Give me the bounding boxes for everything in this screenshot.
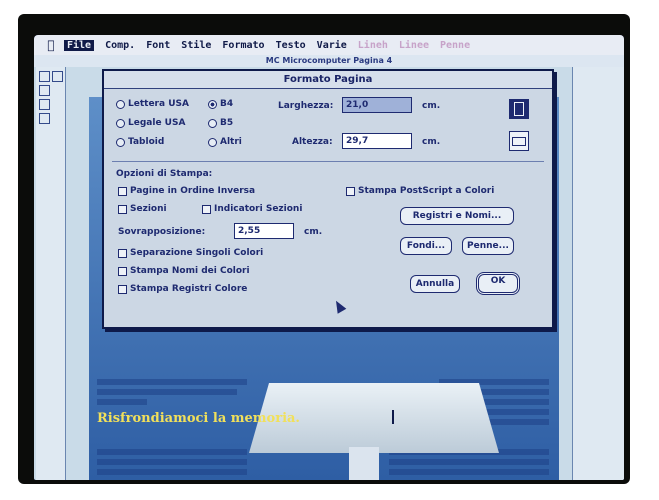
radio-label: Altri [220, 137, 242, 147]
checkbox-print-color-names[interactable]: Stampa Nomi dei Colori [118, 266, 250, 276]
checkbox-icon [346, 186, 355, 196]
radio-b5[interactable]: B5 [208, 118, 233, 128]
dialog-title: Formato Pagina [104, 71, 552, 89]
width-label: Larghezza: [278, 101, 334, 111]
radio-circle-icon [116, 118, 125, 128]
document-title: MC Microcomputer Pagina 4 [34, 55, 624, 67]
radio-b4[interactable]: B4 [208, 99, 233, 109]
checkbox-label: Separazione Singoli Colori [130, 248, 264, 258]
radio-label: Legale USA [128, 118, 186, 128]
radio-label: Tabloid [128, 137, 165, 147]
checkbox-label: Sezioni [130, 204, 167, 214]
checkbox-icon [118, 248, 127, 258]
checkbox-label: Stampa Registri Colore [130, 284, 248, 294]
checkbox-print-color-registers[interactable]: Stampa Registri Colore [118, 284, 247, 294]
radio-altri[interactable]: Altri [208, 137, 242, 147]
text-line [97, 379, 247, 385]
menu-varie[interactable]: Varie [317, 40, 347, 51]
width-unit: cm. [422, 101, 441, 111]
radio-tabloid[interactable]: Tabloid [116, 137, 164, 147]
text-line [97, 469, 247, 475]
apple-menu-icon[interactable]:  [44, 38, 58, 52]
monitor-illustration-stand [349, 447, 379, 480]
checkbox-section-markers[interactable]: Indicatori Sezioni [202, 204, 302, 214]
height-field[interactable]: 29,7 [342, 133, 412, 149]
radio-label: B4 [220, 99, 234, 109]
text-line [97, 399, 147, 405]
tool-palette [36, 67, 66, 480]
checkbox-label: Indicatori Sezioni [214, 204, 303, 214]
menu-lineh[interactable]: Lineh [358, 40, 388, 51]
menu-comp[interactable]: Comp. [105, 40, 135, 51]
radio-circle-icon [116, 137, 125, 147]
menu-linee[interactable]: Linee [399, 40, 429, 51]
screen-display:  File Comp. Font Stile Formato Testo Va… [34, 35, 624, 480]
menu-bar:  File Comp. Font Stile Formato Testo Va… [34, 35, 624, 55]
line-tool-icon[interactable] [39, 113, 50, 124]
landscape-orientation-icon[interactable] [509, 131, 529, 151]
page-format-dialog: Formato Pagina Lettera USA B4 Legale USA… [102, 69, 554, 329]
text-line [97, 389, 237, 395]
checkbox-icon [118, 266, 127, 276]
checkbox-reverse-order[interactable]: Pagine in Ordine Inversa [118, 186, 255, 196]
radio-circle-icon [208, 118, 217, 128]
text-cursor-icon [392, 410, 394, 424]
menu-formato[interactable]: Formato [222, 40, 264, 51]
text-line [389, 459, 549, 465]
pointer-tool-icon[interactable] [39, 71, 50, 82]
checkbox-icon [202, 204, 211, 214]
checkbox-icon [118, 186, 127, 196]
text-line [389, 469, 549, 475]
landscape-page-glyph [512, 137, 526, 146]
checkbox-label: Stampa PostScript a Colori [358, 186, 495, 196]
portrait-orientation-icon[interactable] [509, 99, 529, 119]
radio-circle-icon [208, 137, 217, 147]
overlap-unit: cm. [304, 227, 323, 237]
radio-circle-icon [208, 99, 217, 109]
menu-testo[interactable]: Testo [276, 40, 306, 51]
text-line [97, 449, 247, 455]
pens-button[interactable]: Penne... [462, 237, 514, 255]
right-palette [572, 67, 624, 480]
menu-penne[interactable]: Penne [440, 40, 470, 51]
checkbox-icon [118, 204, 127, 214]
checkbox-label: Pagine in Ordine Inversa [130, 186, 256, 196]
text-line [97, 459, 247, 465]
radio-lettera-usa[interactable]: Lettera USA [116, 99, 189, 109]
backgrounds-button[interactable]: Fondi... [400, 237, 452, 255]
radio-legale-usa[interactable]: Legale USA [116, 118, 185, 128]
hand-tool-icon[interactable] [52, 71, 63, 82]
width-field[interactable]: 21,0 [342, 97, 412, 113]
overlap-field[interactable]: 2,55 [234, 223, 294, 239]
checkbox-color-separation[interactable]: Separazione Singoli Colori [118, 248, 263, 258]
portrait-page-glyph [514, 102, 524, 116]
height-label: Altezza: [292, 137, 333, 147]
ok-button[interactable]: OK [476, 272, 520, 295]
checkbox-icon [118, 284, 127, 294]
overlap-label: Sovrapposizione: [118, 227, 206, 237]
checkbox-label: Stampa Nomi dei Colori [130, 266, 250, 276]
registers-names-button[interactable]: Registri e Nomi... [400, 207, 514, 225]
radio-label: Lettera USA [128, 99, 189, 109]
frame-tool-icon[interactable] [39, 99, 50, 110]
radio-label: B5 [220, 118, 234, 128]
menu-file[interactable]: File [64, 39, 95, 51]
checkbox-postscript-color[interactable]: Stampa PostScript a Colori [346, 186, 494, 196]
menu-font[interactable]: Font [146, 40, 170, 51]
radio-circle-icon [116, 99, 125, 109]
cancel-button[interactable]: Annulla [410, 275, 460, 293]
checkbox-sections[interactable]: Sezioni [118, 204, 167, 214]
divider [112, 161, 544, 162]
print-options-label: Opzioni di Stampa: [116, 169, 213, 179]
article-headline: Risfrondiamoci la memoria. [97, 411, 300, 426]
height-unit: cm. [422, 137, 441, 147]
menu-stile[interactable]: Stile [181, 40, 211, 51]
text-tool-icon[interactable] [39, 85, 50, 96]
